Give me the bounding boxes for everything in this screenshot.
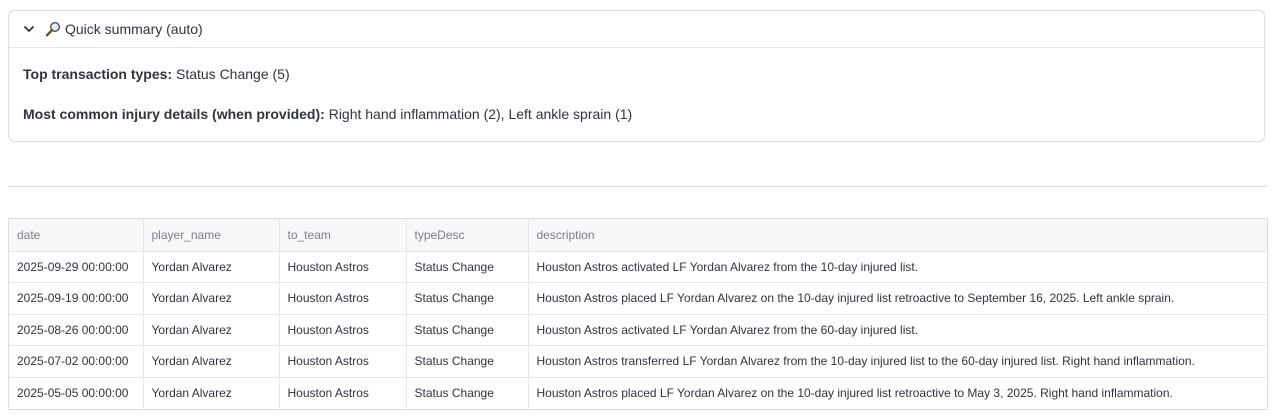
cell-player-name[interactable]: Yordan Alvarez — [143, 251, 280, 283]
table-row[interactable]: 2025-05-05 00:00:00 Yordan Alvarez Houst… — [9, 377, 1267, 409]
cell-description[interactable]: Houston Astros activated LF Yordan Alvar… — [528, 251, 1267, 283]
cell-player-name[interactable]: Yordan Alvarez — [143, 377, 280, 409]
table-header-row: date player_name to_team typeDesc descri… — [9, 219, 1267, 252]
injury-line: Most common injury details (when provide… — [23, 105, 632, 123]
injury-value: Right hand inflammation (2), Left ankle … — [328, 106, 633, 122]
cell-description[interactable]: Houston Astros placed LF Yordan Alvarez … — [528, 377, 1267, 409]
summary-expander-header[interactable]: Quick summary (auto) — [9, 11, 1264, 48]
cell-to-team[interactable]: Houston Astros — [279, 345, 407, 378]
cell-date[interactable]: 2025-09-29 00:00:00 — [9, 251, 144, 283]
table-row[interactable]: 2025-07-02 00:00:00 Yordan Alvarez Houst… — [9, 345, 1267, 378]
summary-header-label: Quick summary (auto) — [65, 21, 203, 37]
top-types-label: Top transaction types: — [23, 66, 173, 82]
top-types-line: Top transaction types: Status Change (5) — [23, 65, 290, 83]
section-divider — [8, 186, 1267, 187]
cell-description[interactable]: Houston Astros transferred LF Yordan Alv… — [528, 345, 1267, 378]
cell-typedesc[interactable]: Status Change — [406, 345, 529, 378]
injury-label: Most common injury details (when provide… — [23, 106, 325, 122]
table-row[interactable]: 2025-09-29 00:00:00 Yordan Alvarez Houst… — [9, 251, 1267, 283]
cell-typedesc[interactable]: Status Change — [406, 251, 529, 283]
column-header-typedesc[interactable]: typeDesc — [406, 219, 529, 252]
column-header-player-name[interactable]: player_name — [143, 219, 280, 252]
summary-expander: Quick summary (auto) Top transaction typ… — [8, 10, 1265, 142]
cell-player-name[interactable]: Yordan Alvarez — [143, 345, 280, 378]
top-types-value: Status Change (5) — [175, 66, 290, 82]
column-header-description[interactable]: description — [528, 219, 1267, 252]
cell-player-name[interactable]: Yordan Alvarez — [143, 314, 280, 346]
cell-to-team[interactable]: Houston Astros — [279, 314, 407, 346]
table-row[interactable]: 2025-09-19 00:00:00 Yordan Alvarez Houst… — [9, 282, 1267, 315]
cell-description[interactable]: Houston Astros activated LF Yordan Alvar… — [528, 314, 1267, 346]
cell-date[interactable]: 2025-08-26 00:00:00 — [9, 314, 144, 346]
magnifier-icon — [45, 21, 61, 37]
column-header-to-team[interactable]: to_team — [279, 219, 407, 252]
cell-player-name[interactable]: Yordan Alvarez — [143, 282, 280, 315]
chevron-down-icon — [23, 23, 35, 35]
cell-typedesc[interactable]: Status Change — [406, 377, 529, 409]
table-row[interactable]: 2025-08-26 00:00:00 Yordan Alvarez Houst… — [9, 314, 1267, 346]
cell-date[interactable]: 2025-09-19 00:00:00 — [9, 282, 144, 315]
cell-typedesc[interactable]: Status Change — [406, 314, 529, 346]
cell-to-team[interactable]: Houston Astros — [279, 282, 407, 315]
column-header-date[interactable]: date — [9, 219, 144, 252]
cell-date[interactable]: 2025-05-05 00:00:00 — [9, 377, 144, 409]
cell-to-team[interactable]: Houston Astros — [279, 251, 407, 283]
transactions-table[interactable]: date player_name to_team typeDesc descri… — [8, 218, 1268, 410]
cell-description[interactable]: Houston Astros placed LF Yordan Alvarez … — [528, 282, 1267, 315]
cell-date[interactable]: 2025-07-02 00:00:00 — [9, 345, 144, 378]
cell-to-team[interactable]: Houston Astros — [279, 377, 407, 409]
cell-typedesc[interactable]: Status Change — [406, 282, 529, 315]
